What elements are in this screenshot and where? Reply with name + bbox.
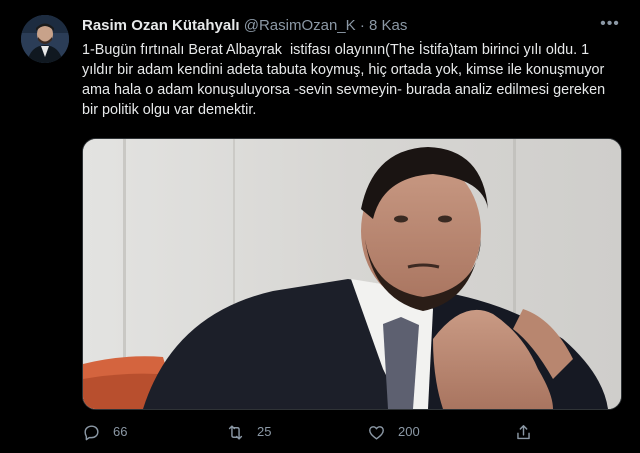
photo-image: [83, 139, 621, 409]
tweet-actions: 66 25 200: [82, 420, 622, 444]
tweet-date[interactable]: 8 Kas: [369, 17, 407, 34]
retweet-count: 25: [257, 424, 272, 439]
share-icon: [517, 424, 530, 439]
share-button[interactable]: [514, 420, 545, 444]
more-options-button[interactable]: •••: [598, 14, 622, 38]
retweet-icon: [228, 424, 243, 440]
author-handle[interactable]: @RasimOzan_K: [244, 17, 356, 34]
tweet-header: Rasim Ozan Kütahyalı @RasimOzan_K · 8 Ka…: [82, 16, 620, 36]
more-icon: •••: [600, 15, 620, 32]
reply-count: 66: [113, 424, 128, 439]
avatar-image: [21, 15, 69, 63]
tweet-photo[interactable]: [82, 138, 622, 410]
reply-button[interactable]: 66: [82, 420, 127, 444]
like-button[interactable]: 200: [367, 420, 420, 444]
avatar[interactable]: [21, 15, 69, 63]
like-icon: [369, 425, 384, 440]
reply-icon: [84, 424, 99, 440]
author-display-name[interactable]: Rasim Ozan Kütahyalı: [82, 17, 240, 34]
retweet-button[interactable]: 25: [226, 420, 271, 444]
tweet: Rasim Ozan Kütahyalı @RasimOzan_K · 8 Ka…: [0, 0, 640, 453]
header-separator: ·: [359, 17, 365, 34]
like-count: 200: [398, 424, 420, 439]
tweet-text: 1-Bugün fırtınalı Berat Albayrak istifas…: [82, 42, 610, 118]
